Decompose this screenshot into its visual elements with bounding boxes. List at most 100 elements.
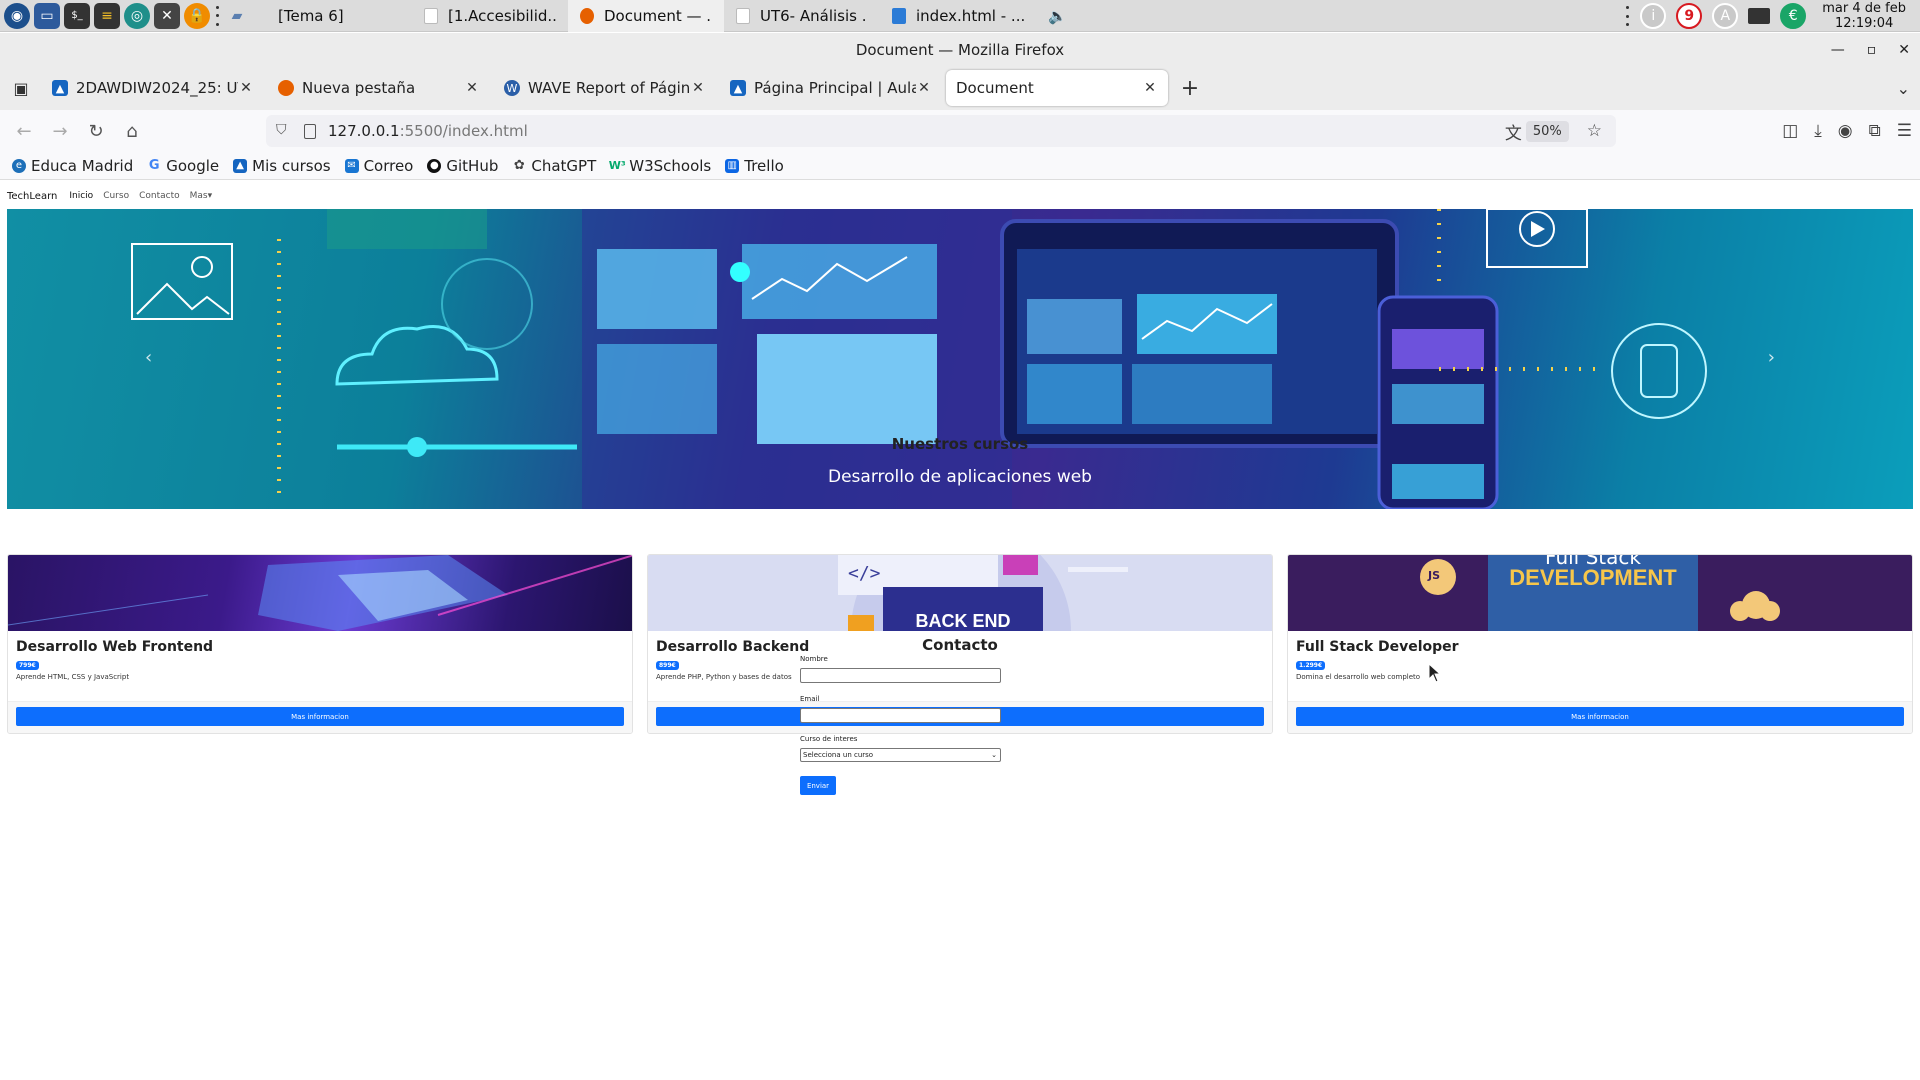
url-host: 127.0.0.1 [328, 122, 400, 140]
taskbar-task-label: [1.Accesibilid... [448, 6, 556, 25]
email-field[interactable] [800, 708, 1001, 723]
keyboard-layout-icon[interactable]: A [1712, 3, 1739, 29]
taskbar-task-label: Document — ... [604, 6, 712, 25]
taskbar-task-1[interactable]: [1.Accesibilid... [412, 0, 568, 32]
tab-list-icon[interactable]: ▣ [0, 66, 42, 110]
site-brand[interactable]: TechLearn [7, 191, 57, 202]
bookmark-item[interactable]: W³ W3Schools [609, 156, 712, 175]
bookmark-item[interactable]: G Google [147, 157, 219, 175]
bookmarks-toolbar: e Educa Madrid G Google ▲ Mis cursos ✉ Corre… [0, 152, 1920, 180]
close-tab-icon[interactable]: ✕ [464, 80, 480, 96]
minimize-icon[interactable]: — [1831, 42, 1845, 58]
browser-tab[interactable]: ▲ 2DAWDIW2024_25: UT 6 ✕ [42, 70, 264, 106]
contact-section-title: Contacto [922, 636, 998, 654]
bookmark-item[interactable]: ✿ ChatGPT [512, 157, 596, 175]
pocket-icon[interactable]: ◫ [1782, 121, 1798, 141]
nav-dropdown-label: Mas [189, 191, 208, 201]
taskbar-task-0[interactable]: [Tema 6] [256, 0, 412, 32]
reload-icon[interactable]: ↻ [78, 113, 114, 149]
list-all-tabs-icon[interactable]: ⌄ [1897, 66, 1910, 110]
bookmark-label: Trello [744, 156, 784, 175]
browser-tab-active[interactable]: Document ✕ [946, 70, 1168, 106]
url-text[interactable]: 127.0.0.1:5500/index.html [328, 122, 1497, 140]
bookmark-item[interactable]: ▲ Mis cursos [233, 156, 331, 175]
terminal-icon[interactable]: $_ [64, 2, 90, 29]
new-tab-button[interactable]: + [1172, 70, 1208, 106]
close-tab-icon[interactable]: ✕ [1142, 80, 1158, 96]
bookmark-item[interactable]: ✉ Correo [344, 157, 413, 175]
browser-tab[interactable]: W WAVE Report of Página P ✕ [494, 70, 716, 106]
page-info-icon[interactable] [304, 123, 316, 139]
close-icon[interactable]: ✕ [1898, 42, 1910, 58]
close-tab-icon[interactable]: ✕ [690, 80, 706, 96]
bookmark-label: Mis cursos [252, 156, 331, 175]
nav-link-inicio[interactable]: Inicio [69, 191, 93, 201]
browser-tab[interactable]: Nueva pestaña ✕ [268, 70, 490, 106]
chromium-icon[interactable]: ◎ [124, 2, 150, 29]
taskbar-task-2[interactable]: Document — ... [568, 0, 724, 32]
close-tab-icon[interactable]: ✕ [916, 80, 932, 96]
file-manager-icon[interactable]: ▰ [224, 3, 250, 29]
volume-indicator[interactable]: 🔈 [1036, 0, 1076, 32]
screen-panel-shape [1137, 294, 1277, 354]
updates-badge[interactable]: 9 [1676, 3, 1703, 29]
course-select[interactable]: Selecciona un curso ⌄ [800, 748, 1001, 762]
close-tab-icon[interactable]: ✕ [238, 80, 254, 96]
maximize-icon[interactable]: ▫ [1867, 42, 1877, 58]
back-icon[interactable]: ← [6, 113, 42, 149]
bookmark-label: ChatGPT [531, 156, 597, 175]
toolbar-right: ◫ ⤓ ◉ ⧉ ☰ [1782, 110, 1912, 152]
url-bar[interactable]: ⛉ 127.0.0.1:5500/index.html 文 50% ☆ [266, 115, 1616, 147]
network-icon[interactable]: € [1780, 3, 1807, 29]
bookmark-item[interactable]: ● GitHub [427, 157, 498, 175]
notes-icon[interactable]: ≡ [94, 2, 120, 29]
email-label: Email [800, 695, 820, 703]
home-icon[interactable]: ⌂ [114, 113, 150, 149]
tab-title: 2DAWDIW2024_25: UT 6 [76, 79, 238, 97]
cloud-shape [335, 325, 499, 386]
nav-dropdown-mas[interactable]: Mas▾ [190, 191, 213, 201]
course-image-frontend [8, 555, 632, 631]
nav-link-curso[interactable]: Curso [103, 191, 129, 201]
nav-link-contacto[interactable]: Contacto [139, 191, 180, 201]
course-image-backend: </> BACK END [648, 555, 1272, 631]
info-tray-icon[interactable]: i [1640, 3, 1667, 29]
tracking-shield-icon[interactable]: ⛉ [276, 122, 292, 140]
bookmark-item[interactable]: ▥ Trello [725, 157, 784, 175]
window-titlebar: Document — Mozilla Firefox — ▫ ✕ [0, 33, 1920, 66]
tab-title: Página Principal | AulaVir [754, 79, 916, 97]
screen-panel-shape [1132, 364, 1272, 424]
distro-menu-icon[interactable]: ◉ [4, 2, 30, 29]
clock[interactable]: mar 4 de feb 12:19:04 [1816, 1, 1912, 31]
taskbar-task-3[interactable]: UT6- Análisis ... [724, 0, 880, 32]
bookmark-label: W3Schools [629, 156, 712, 175]
account-icon[interactable]: ◉ [1838, 121, 1853, 141]
extensions-icon[interactable]: ⧉ [1869, 121, 1881, 141]
image-frame-shape [131, 243, 233, 320]
more-info-button[interactable]: Mas informacion [16, 707, 624, 726]
phone-outline-shape [1640, 344, 1678, 398]
carousel-prev-icon[interactable]: ‹ [145, 347, 152, 368]
bookmark-item[interactable]: e Educa Madrid [12, 157, 133, 175]
taskbar-task-4[interactable]: index.html - ... [880, 0, 1036, 32]
menu-icon[interactable]: ☰ [1897, 121, 1912, 141]
translate-icon[interactable]: 文 [1505, 119, 1522, 144]
submit-button[interactable]: Enviar [800, 776, 836, 795]
zoom-indicator[interactable]: 50% [1525, 120, 1569, 142]
carousel-next-icon[interactable]: › [1768, 347, 1775, 368]
system-tray: i 9 A € mar 4 de feb 12:19:04 [1624, 0, 1920, 32]
browser-tab[interactable]: ▲ Página Principal | AulaVir ✕ [720, 70, 942, 106]
name-field[interactable] [800, 668, 1001, 683]
show-desktop-icon[interactable]: ▭ [34, 2, 60, 29]
downloads-icon[interactable]: ⤓ [1814, 121, 1822, 141]
display-icon[interactable] [1748, 8, 1771, 24]
js-label: JS [1428, 569, 1441, 582]
moodle-icon: ▲ [52, 80, 68, 96]
page-viewport: TechLearn Inicio Curso Contacto Mas▾ ‹ ›… [0, 181, 1920, 1080]
bookmark-star-icon[interactable]: ☆ [1587, 121, 1602, 141]
more-info-button[interactable]: Mas informacion [1296, 707, 1904, 726]
lock-icon[interactable]: 🔒 [184, 2, 210, 29]
course-description: Aprende HTML, CSS y JavaScript [16, 673, 130, 681]
forward-icon[interactable]: → [42, 113, 78, 149]
tools-icon[interactable]: ✕ [154, 2, 180, 29]
